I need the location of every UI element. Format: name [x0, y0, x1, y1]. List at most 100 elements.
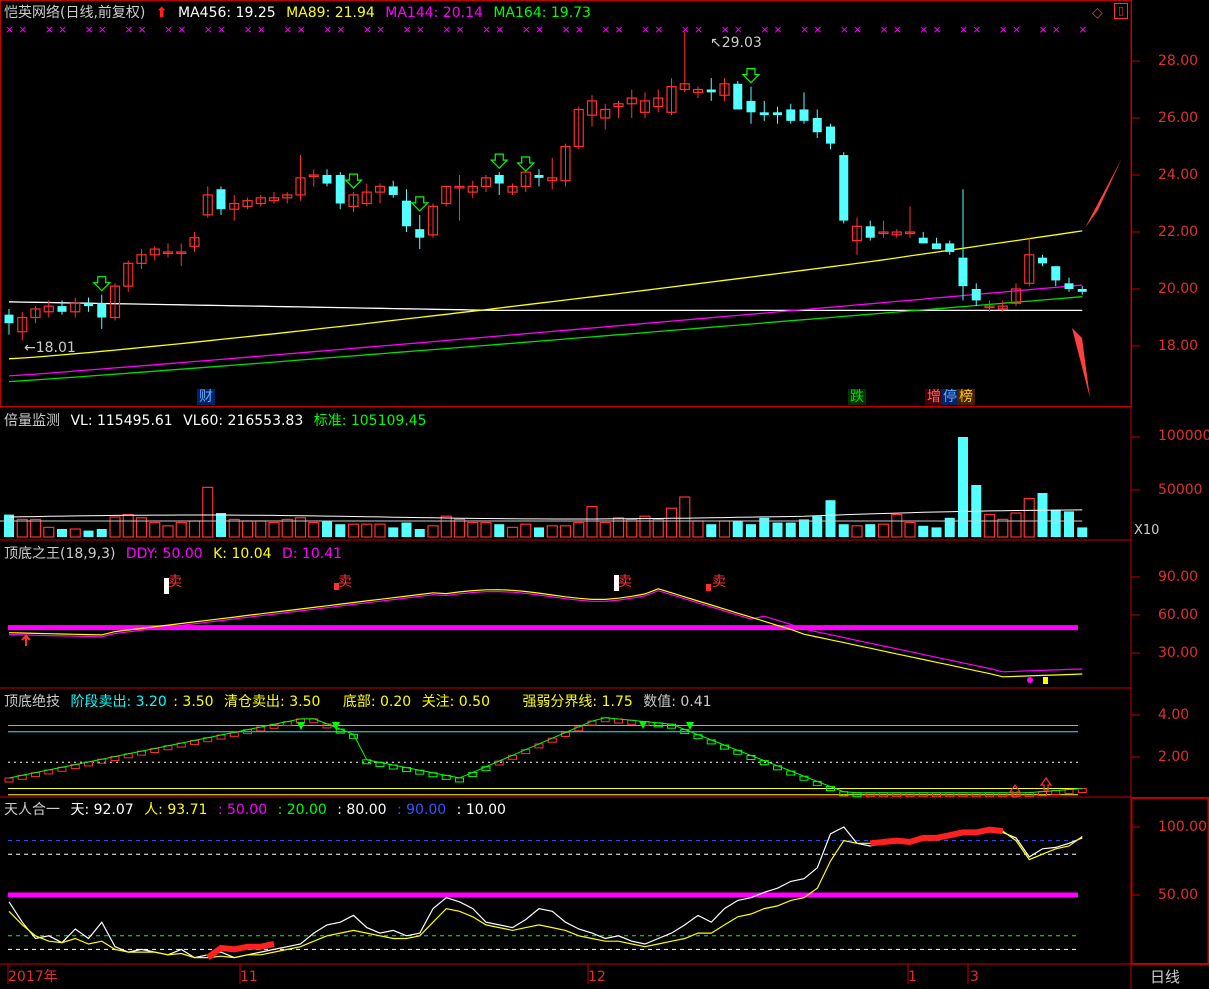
magenta-marker: × — [244, 23, 253, 36]
diamond-icon[interactable]: ◇ — [1092, 4, 1103, 22]
kd-y-tick: 30.00 — [1158, 645, 1199, 661]
event-tag-bang[interactable]: 榜 — [957, 389, 975, 405]
volume-bar-up — [281, 518, 293, 538]
magenta-marker: × — [1052, 23, 1061, 36]
candle-body-down — [1077, 289, 1087, 292]
magenta-marker: × — [376, 23, 385, 36]
magenta-marker: × — [297, 23, 306, 36]
sell-signal-4: 卖 — [712, 574, 726, 590]
ma456-line — [8, 301, 1083, 312]
volume-bar-down — [772, 522, 783, 537]
volume-bar-down — [322, 521, 332, 537]
standard-label: 标准: 105109.45 — [313, 413, 427, 429]
magenta-marker: × — [482, 23, 491, 36]
volume-bar-up — [241, 520, 254, 538]
jj-y-tick: 4.00 — [1158, 707, 1190, 723]
event-tag-cai[interactable]: 财 — [197, 389, 215, 405]
volume-bar-up — [175, 521, 187, 538]
volume-bar-up — [1010, 512, 1022, 538]
magenta-marker: × — [58, 23, 67, 36]
d-label: D: 10.41 — [281, 546, 343, 562]
magenta-marker: × — [403, 23, 412, 36]
candle-body-down — [958, 257, 968, 287]
clear-sell-label: 清仓卖出: 3.50 — [224, 694, 321, 710]
candle-body-down — [388, 186, 398, 195]
chart-root: × × × × × × × × × × × × × × × × × × × × × × × × × × × × × × × × × × × × × × × ×… — [0, 0, 1209, 989]
kd-title[interactable]: 顶底之王(18,9,3) — [4, 546, 115, 562]
candle-body-down — [865, 226, 875, 238]
magenta-marker: × — [98, 23, 107, 36]
volume-bar-up — [109, 516, 121, 538]
ddy-label: DDY: 50.00 — [125, 546, 203, 562]
volume-bar-up — [228, 518, 240, 538]
volume-bar-down — [83, 530, 94, 537]
k-label: K: 10.04 — [213, 546, 272, 562]
volume-bar-up — [122, 513, 134, 538]
main-y-tick: 24.00 — [1158, 167, 1199, 183]
volume-bar-down — [918, 525, 929, 537]
magenta-marker: × — [681, 23, 690, 36]
magenta-marker: × — [972, 23, 981, 36]
volume-bar-up — [467, 521, 479, 538]
candle-body-down — [839, 155, 849, 221]
vl60-line — [8, 509, 1083, 520]
sell-marker — [706, 584, 711, 591]
high-price-label: ↖29.03 — [710, 35, 762, 51]
jj-title[interactable]: 顶底绝技 — [4, 694, 60, 710]
magenta-marker: × — [204, 23, 213, 36]
volume-bar-up — [506, 526, 519, 538]
volume-bar-up — [718, 520, 731, 538]
ma89-label: MA89: 21.94 — [286, 5, 375, 21]
magenta-marker: × — [641, 23, 650, 36]
volume-bar-up — [679, 496, 691, 538]
pointer-arrow-icon — [1085, 158, 1122, 228]
jj-step — [508, 754, 517, 760]
volume-bar-up — [188, 520, 201, 538]
sell-signal-3: 卖 — [618, 574, 632, 590]
volume-bar-up — [692, 520, 704, 538]
volume-bar-down — [335, 524, 346, 537]
line10-label: : 10.00 — [456, 802, 506, 818]
volume-bar-down — [799, 519, 809, 537]
magenta-marker: × — [1039, 23, 1048, 36]
main-y-tick: 28.00 — [1158, 53, 1199, 69]
volume-bar-up — [546, 525, 558, 538]
stage-sell-label: 阶段卖出: 3.20 — [70, 694, 167, 710]
line50-label: : 50.00 — [217, 802, 268, 818]
period-tab-daily[interactable]: 日线 — [1150, 968, 1180, 986]
sell-signal-2: 卖 — [338, 574, 352, 590]
volume-bar-down — [746, 524, 756, 537]
volume-bar-up — [480, 521, 492, 538]
window-toggle-icon[interactable]: ▯ — [1114, 3, 1128, 19]
volume-bar-up — [1023, 498, 1035, 538]
tr-title[interactable]: 天人合一 — [4, 802, 60, 818]
stock-title[interactable]: 恺英网络(日线,前复权) — [4, 5, 145, 21]
volume-bar-down — [388, 527, 399, 537]
candle-body-down — [415, 229, 425, 238]
volume-bar-down — [931, 527, 942, 537]
magenta-marker: × — [522, 23, 531, 36]
buy-arrow-icon — [21, 633, 31, 646]
magenta-marker: × — [217, 23, 226, 36]
magenta-marker: × — [18, 23, 27, 36]
jj-step — [455, 777, 464, 783]
vl60-label: VL60: 216553.83 — [183, 413, 304, 429]
volume-bar-down — [785, 522, 796, 537]
kd-y-tick: 90.00 — [1158, 569, 1199, 585]
volume-bar-up — [904, 521, 916, 538]
jj-step — [468, 771, 478, 777]
magenta-marker: × — [562, 23, 571, 36]
magenta-marker: × — [694, 23, 703, 36]
event-tag-die[interactable]: 跌 — [848, 389, 866, 405]
magenta-marker: × — [323, 23, 332, 36]
volume-title[interactable]: 倍量监测 — [4, 413, 60, 429]
down-arrow-icon — [516, 156, 536, 172]
candle-body-down — [97, 303, 107, 318]
tr-y-tick: 50.00 — [1158, 887, 1199, 903]
volume-bar-up — [29, 518, 42, 538]
volume-unit: X10 — [1134, 523, 1160, 538]
volume-bar-down — [401, 522, 412, 537]
main-y-tick: 20.00 — [1158, 281, 1199, 297]
volume-bar-up — [43, 526, 55, 538]
candle-body-down — [799, 109, 809, 121]
